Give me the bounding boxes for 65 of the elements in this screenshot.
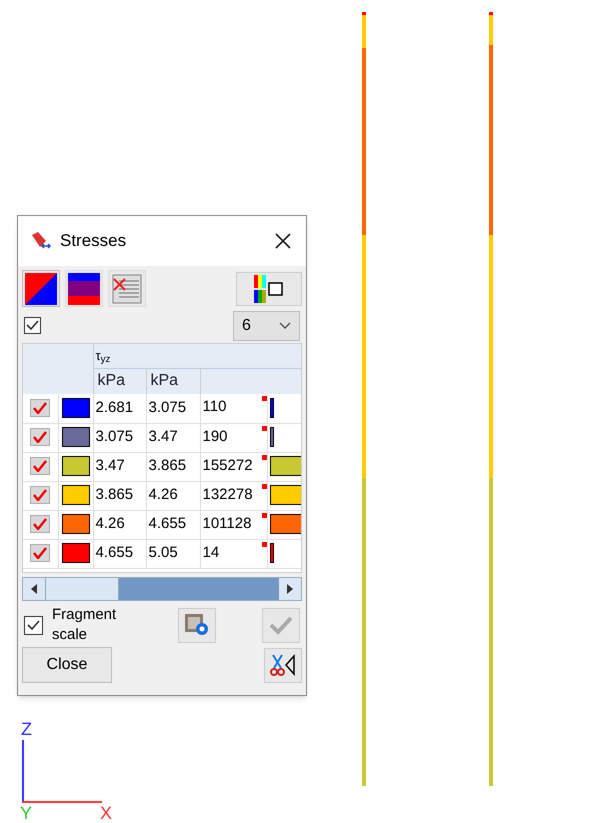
marker bbox=[262, 396, 266, 401]
color-swatch[interactable] bbox=[62, 485, 90, 506]
column-header: kPa bbox=[146, 368, 200, 394]
table-delete-button[interactable] bbox=[108, 270, 146, 307]
marker bbox=[262, 454, 266, 460]
table-cell: 101128 bbox=[200, 510, 267, 539]
z-axis-line bbox=[22, 740, 24, 803]
table-cell: 4.26 bbox=[93, 510, 146, 539]
color-swatch[interactable] bbox=[62, 427, 90, 448]
table-cell: 3.47 bbox=[93, 452, 146, 481]
table-cell: 3.47 bbox=[146, 423, 200, 452]
table-cell: 3.075 bbox=[93, 423, 146, 452]
table-cell: 3.865 bbox=[93, 481, 146, 510]
color-swatch[interactable] bbox=[62, 514, 90, 534]
palette-button[interactable] bbox=[236, 272, 302, 306]
marker bbox=[262, 512, 266, 518]
app-icon bbox=[30, 231, 52, 251]
palette-icon bbox=[252, 274, 286, 304]
row-checkbox[interactable] bbox=[30, 544, 50, 562]
window-title: Stresses bbox=[60, 230, 126, 252]
close-button[interactable]: Close bbox=[22, 647, 112, 683]
band-fill-button[interactable] bbox=[65, 270, 103, 307]
checkmark-icon bbox=[269, 615, 293, 635]
column-header: τ$_{yz}$ bbox=[93, 344, 301, 368]
row-checkbox[interactable] bbox=[30, 457, 50, 476]
row-checkbox[interactable] bbox=[30, 486, 50, 504]
table-cell: 190 bbox=[200, 423, 267, 452]
table-cell: 132278 bbox=[200, 481, 267, 510]
color-swatch[interactable] bbox=[62, 398, 90, 418]
table-cell: 4.655 bbox=[146, 510, 200, 539]
row-checkbox[interactable] bbox=[30, 399, 50, 418]
scrollbar-thumb[interactable] bbox=[45, 578, 119, 600]
x-axis-label: X bbox=[100, 804, 112, 822]
color-swatch[interactable] bbox=[62, 456, 90, 476]
row-checkbox[interactable] bbox=[30, 515, 50, 534]
gradient-fill-button[interactable] bbox=[22, 270, 60, 307]
cut-button[interactable] bbox=[264, 648, 302, 682]
marker bbox=[262, 426, 266, 430]
y-axis-label: Y bbox=[20, 804, 32, 822]
scroll-left-icon[interactable] bbox=[23, 578, 45, 600]
table-cell: 3.865 bbox=[146, 452, 200, 481]
table-cell: 4.26 bbox=[146, 481, 200, 510]
table-cell: 155272 bbox=[200, 452, 267, 481]
table-cell: 5.05 bbox=[146, 539, 200, 568]
marker bbox=[262, 542, 266, 546]
table-cell: 2.681 bbox=[93, 394, 146, 423]
table-cell: 3.075 bbox=[146, 394, 200, 423]
z-axis-label: Z bbox=[21, 720, 32, 738]
checkbox[interactable] bbox=[24, 317, 41, 334]
checkbox-label: Fragment scale bbox=[52, 605, 118, 645]
row-checkbox[interactable] bbox=[30, 428, 50, 446]
color-swatch[interactable] bbox=[62, 543, 90, 564]
table-cell: 14 bbox=[200, 539, 267, 568]
marker bbox=[262, 484, 266, 488]
chevron-down-icon bbox=[279, 322, 291, 330]
checkmark-icon bbox=[26, 320, 39, 331]
table-cell: 4.655 bbox=[93, 539, 146, 568]
horizontal-scrollbar[interactable] bbox=[22, 577, 302, 601]
scroll-right-icon[interactable] bbox=[279, 578, 301, 600]
column-header: kPa bbox=[93, 368, 146, 394]
settings-button[interactable] bbox=[178, 608, 216, 642]
checkbox[interactable] bbox=[24, 616, 43, 634]
count-dropdown[interactable]: 6 bbox=[233, 310, 300, 340]
checkmark-icon bbox=[27, 620, 40, 630]
table-cell: 110 bbox=[200, 394, 267, 423]
